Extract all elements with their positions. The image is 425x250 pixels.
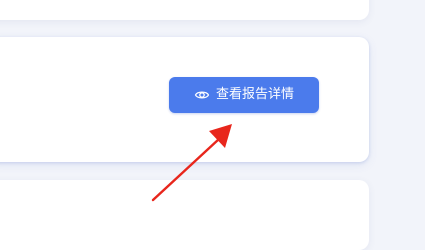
view-report-details-button[interactable]: 查看报告详情 bbox=[169, 77, 319, 113]
eye-icon bbox=[194, 87, 210, 103]
view-report-details-label: 查看报告详情 bbox=[215, 87, 294, 102]
report-card-previous bbox=[0, 0, 369, 20]
